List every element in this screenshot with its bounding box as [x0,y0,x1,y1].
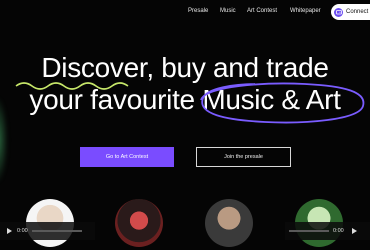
top-navigation: Presale Music Art Contest Whitepaper Con… [0,0,370,24]
headline-line1-text: Discover, buy and trade [41,52,329,83]
connect-label: Connect [346,9,369,15]
join-presale-button[interactable]: Join the presale [196,147,291,167]
go-to-art-contest-button[interactable]: Go to Art Contest [80,147,174,167]
audio-player-1: 0:00 [0,222,95,240]
player-duration: 0:00 [333,228,344,234]
nav-link-whitepaper[interactable]: Whitepaper [290,8,321,14]
player-progress-track-2[interactable] [289,230,329,232]
play-icon-2[interactable] [351,228,357,234]
wallet-icon [334,7,343,17]
nav-link-presale[interactable]: Presale [188,8,208,14]
nav-link-music[interactable]: Music [220,8,236,14]
audio-player-2: 0:00 [285,222,370,240]
headline-line2-prefix: your favourite [29,84,203,115]
artist-avatar-3[interactable] [205,199,253,247]
connect-wallet-button[interactable]: Connect [331,4,370,20]
play-icon[interactable] [7,228,12,234]
artist-avatar-2[interactable] [115,199,163,247]
ellipse-highlight-decoration [200,82,365,124]
nav-link-art-contest[interactable]: Art Contest [247,8,277,14]
player-current-time: 0:00 [17,228,28,234]
player-progress-track[interactable] [31,230,82,232]
